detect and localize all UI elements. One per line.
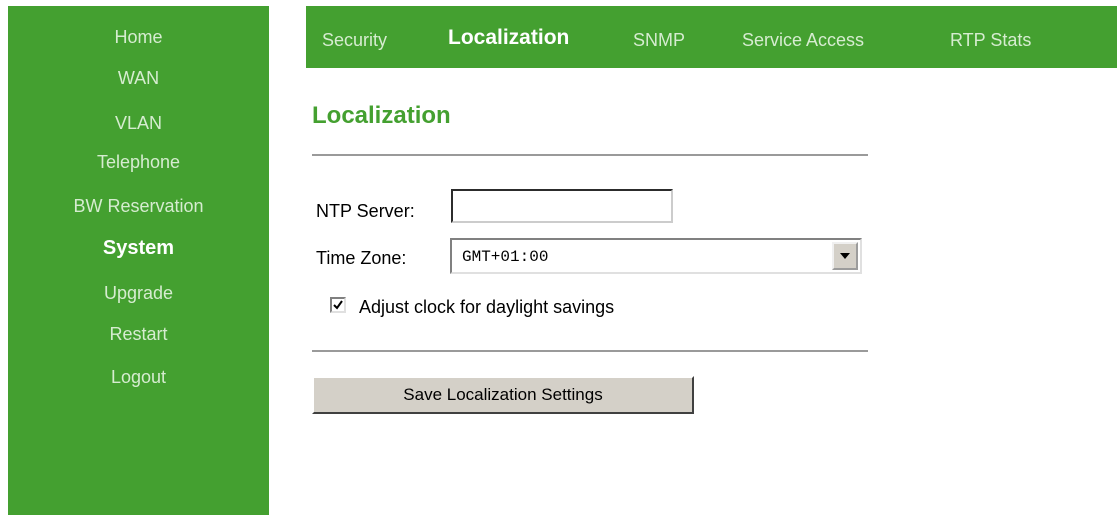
sidebar-item-upgrade[interactable]: Upgrade (8, 284, 269, 327)
time-zone-value: GMT+01:00 (462, 248, 549, 266)
sidebar-item-wan[interactable]: WAN (8, 69, 269, 112)
tab-service-access[interactable]: Service Access (742, 30, 864, 50)
tab-rtp-stats[interactable]: RTP Stats (950, 30, 1031, 50)
tab-bar: Security Localization SNMP Service Acces… (306, 6, 1117, 68)
daylight-savings-checkbox[interactable] (330, 297, 346, 313)
tab-security[interactable]: Security (322, 30, 387, 50)
daylight-savings-label: Adjust clock for daylight savings (359, 297, 615, 317)
sidebar-item-restart[interactable]: Restart (8, 325, 269, 368)
time-zone-select[interactable]: GMT+01:00 (450, 238, 862, 274)
sidebar-item-telephone[interactable]: Telephone (8, 153, 269, 196)
page: Home WAN VLAN Telephone BW Reservation S… (0, 0, 1117, 515)
page-title: Localization (312, 102, 451, 129)
chevron-down-icon[interactable] (832, 242, 858, 270)
sidebar-item-vlan[interactable]: VLAN (8, 114, 269, 157)
divider-bottom (312, 350, 868, 352)
time-zone-label: Time Zone: (316, 248, 407, 268)
sidebar-item-bw-reservation[interactable]: BW Reservation (8, 197, 269, 240)
ntp-server-label: NTP Server: (316, 201, 415, 221)
tab-snmp[interactable]: SNMP (633, 30, 685, 50)
tab-localization[interactable]: Localization (448, 27, 569, 48)
ntp-server-input[interactable] (451, 189, 673, 223)
divider-top (312, 154, 868, 156)
checkmark-icon (333, 300, 343, 310)
sidebar-item-system[interactable]: System (8, 238, 269, 282)
sidebar-item-logout[interactable]: Logout (8, 368, 269, 411)
sidebar-nav: Home WAN VLAN Telephone BW Reservation S… (8, 6, 269, 515)
sidebar-item-home[interactable]: Home (8, 28, 269, 71)
save-localization-button[interactable]: Save Localization Settings (312, 376, 694, 414)
